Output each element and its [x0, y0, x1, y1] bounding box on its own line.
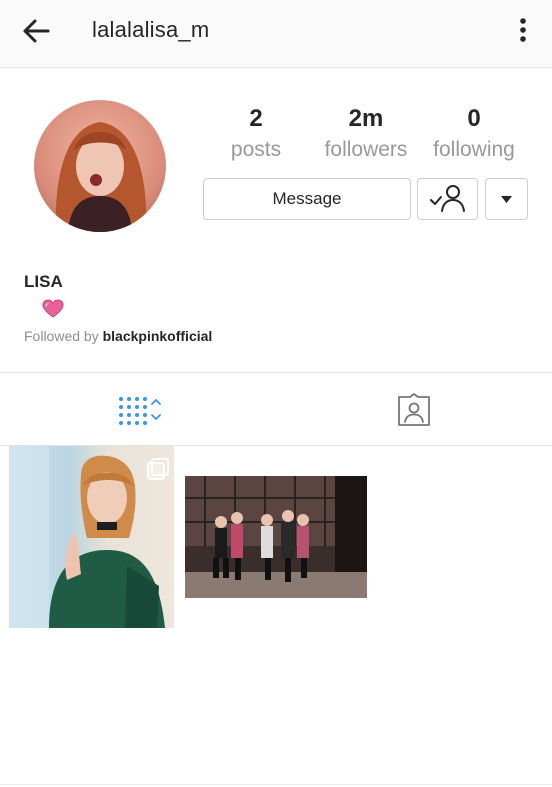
profile-avatar[interactable]: [34, 100, 166, 232]
back-button[interactable]: [18, 14, 58, 48]
grid-icon: [119, 397, 161, 425]
followers-stat[interactable]: 2m followers: [316, 104, 416, 164]
bottom-divider: [0, 784, 552, 785]
multiple-photos-icon: [147, 458, 169, 480]
followed-by-user-link[interactable]: blackpinkofficial: [103, 328, 213, 344]
top-bar: lalalalisa_m: [0, 0, 552, 68]
followed-by-text: Followed by blackpinkofficial: [24, 328, 212, 344]
more-options-button[interactable]: [512, 14, 534, 48]
more-vertical-icon: [520, 18, 526, 42]
user-check-icon: [430, 185, 465, 212]
posts-stat[interactable]: 2 posts: [222, 104, 290, 164]
profile-display-name: LISA: [24, 272, 63, 291]
message-button[interactable]: Message: [203, 178, 411, 220]
following-button[interactable]: [417, 178, 478, 220]
pink-heart-icon: [42, 299, 64, 319]
posts-count: 2: [249, 105, 263, 132]
tagged-person-icon: [398, 393, 430, 426]
post-thumbnail[interactable]: [185, 476, 367, 598]
profile-username: lalalalisa_m: [92, 17, 210, 42]
post-thumbnail[interactable]: [9, 446, 174, 628]
caret-down-icon: [501, 196, 512, 203]
followers-count: 2m: [348, 105, 384, 132]
following-label: following: [433, 138, 515, 161]
following-stat[interactable]: 0 following: [426, 104, 522, 164]
arrow-left-icon: [23, 19, 50, 43]
profile-tab-bar: [0, 372, 552, 446]
suggestions-dropdown-button[interactable]: [485, 178, 528, 220]
tab-grid-view[interactable]: [112, 393, 168, 427]
followed-by-prefix: Followed by: [24, 328, 103, 344]
following-count: 0: [467, 105, 481, 132]
tab-tagged-photos[interactable]: [394, 393, 434, 427]
followers-label: followers: [324, 138, 408, 161]
posts-label: posts: [230, 138, 282, 161]
